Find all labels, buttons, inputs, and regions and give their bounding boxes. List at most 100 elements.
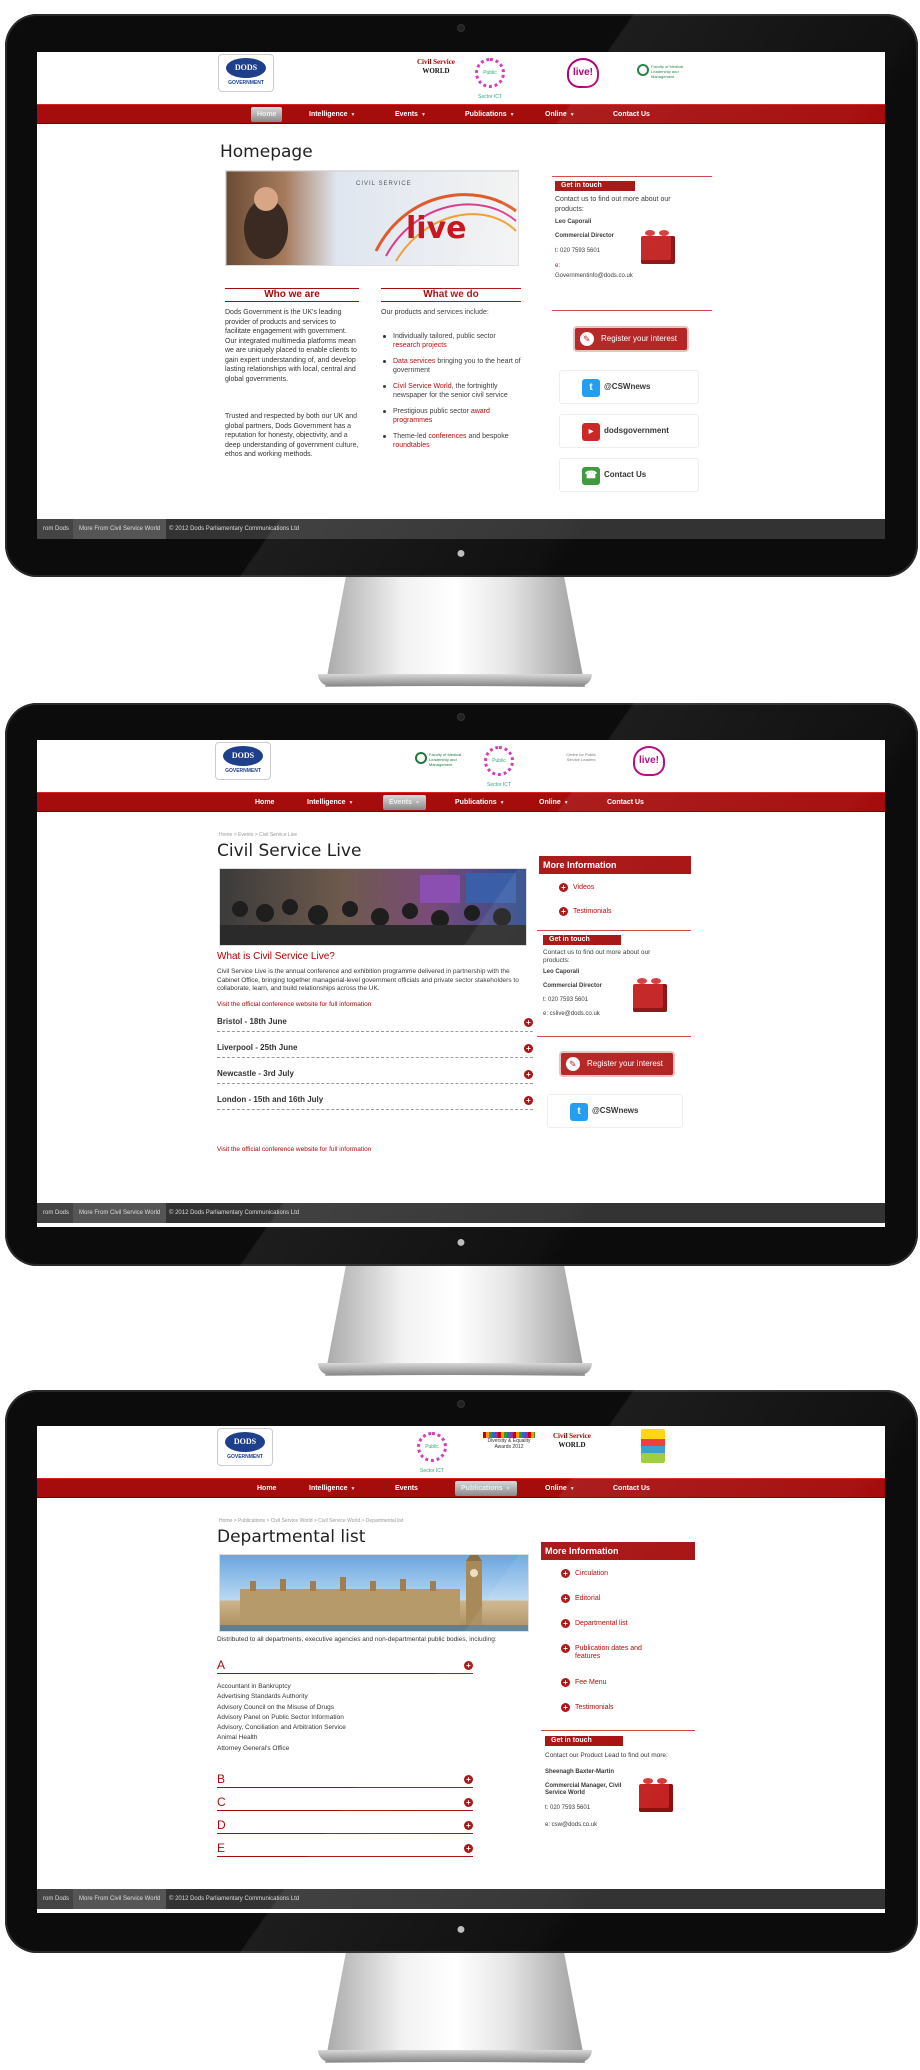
- list-item: Advisory Panel on Public Sector Informat…: [217, 1713, 344, 1721]
- nav-publications[interactable]: Publications ▼: [459, 105, 521, 124]
- divider: [537, 930, 691, 931]
- nav-events[interactable]: Events ▼: [389, 105, 432, 124]
- nav-online[interactable]: Online ▼: [533, 793, 575, 812]
- more-link-circulation[interactable]: + Circulation: [561, 1569, 608, 1578]
- footer-from-dods[interactable]: rom Dods: [37, 519, 76, 539]
- twitter-link[interactable]: t @CSWnews: [547, 1094, 683, 1128]
- nav-events[interactable]: Events ▼: [383, 795, 426, 810]
- main-nav: Home Intelligence ▼ Events ▼ Publications ▼…: [37, 792, 885, 812]
- list-item: Advisory Council on the Misuse of Drugs: [217, 1703, 335, 1711]
- footer-from-dods[interactable]: rom Dods: [37, 1889, 76, 1909]
- csw-logo[interactable]: Civil Service WORLD: [417, 58, 455, 76]
- dods-logo[interactable]: DODS GOVERNMENT: [217, 1428, 273, 1466]
- footer-bar: rom Dods More From Civil Service World ©…: [37, 1203, 885, 1223]
- live-logo[interactable]: live!: [633, 746, 665, 776]
- apple-logo-icon: ●: [456, 1921, 466, 1938]
- more-info-heading: More Information: [541, 1542, 695, 1560]
- official-site-link-top[interactable]: Visit the official conference website fo…: [217, 1000, 371, 1010]
- dods-logo[interactable]: DODS GOVERNMENT: [215, 742, 271, 780]
- roundtables-link[interactable]: roundtables: [393, 442, 430, 449]
- diversity-logo[interactable]: Diversity & Equality Awards 2012: [483, 1432, 535, 1450]
- monitor-base: [318, 1363, 592, 1375]
- fmlm-logo[interactable]: Faculty of Medical Leadership and Manage…: [415, 752, 465, 767]
- nav-intelligence[interactable]: Intelligence ▼: [301, 793, 359, 812]
- contact-link[interactable]: ☎ Contact Us: [559, 458, 699, 492]
- event-row[interactable]: London - 15th and 16th July +: [217, 1090, 533, 1110]
- monitor-stand: [325, 1953, 585, 2063]
- expand-icon[interactable]: +: [464, 1661, 473, 1670]
- official-site-link-bottom[interactable]: Visit the official conference website fo…: [217, 1145, 371, 1155]
- contact-email[interactable]: e: Governmentinfo@dods.co.uk: [555, 262, 633, 281]
- conferences-link[interactable]: conferences: [428, 433, 466, 440]
- more-link-publication-dates[interactable]: + Publication dates and features: [561, 1644, 661, 1661]
- nav-publications[interactable]: Publications ▼: [455, 1481, 517, 1496]
- nav-publications[interactable]: Publications ▼: [449, 793, 511, 812]
- youtube-link[interactable]: ▶ dodsgovernment: [559, 414, 699, 448]
- footer-more-from[interactable]: More From Civil Service World: [73, 519, 167, 539]
- footer-more-from[interactable]: More From Civil Service World: [73, 1889, 167, 1909]
- awards-trophy-logo[interactable]: [641, 1429, 665, 1463]
- letter-section-a[interactable]: A +: [217, 1658, 473, 1674]
- more-link-testimonials[interactable]: + Testimonials: [559, 907, 612, 916]
- register-interest-button[interactable]: Register your interest: [573, 326, 689, 352]
- civil-service-mark: CIVIL SERVICE: [356, 181, 412, 187]
- research-link[interactable]: research projects: [393, 342, 447, 349]
- expand-icon[interactable]: +: [524, 1044, 533, 1053]
- fmlm-logo[interactable]: Faculty of Medical Leadership and Manage…: [637, 64, 687, 79]
- expand-icon[interactable]: +: [524, 1018, 533, 1027]
- divider: [552, 176, 712, 177]
- nav-online[interactable]: Online ▼: [539, 105, 581, 124]
- register-interest-button[interactable]: Register your interest: [559, 1051, 675, 1077]
- lego-brick-icon: [633, 978, 667, 1012]
- expand-icon[interactable]: +: [524, 1096, 533, 1105]
- twitter-link[interactable]: t @CSWnews: [559, 370, 699, 404]
- psict-logo[interactable]: Public Sector ICT: [417, 1432, 447, 1474]
- letter-section-e[interactable]: E +: [217, 1841, 473, 1857]
- contact-intro: Contact us to find out more about our pr…: [543, 949, 651, 964]
- more-link-editorial[interactable]: + Editorial: [561, 1594, 600, 1603]
- ccp-logo[interactable]: Centre for Public Service Leaders: [561, 752, 601, 762]
- nav-online[interactable]: Online ▼: [539, 1479, 581, 1498]
- letter-section-b[interactable]: B +: [217, 1772, 473, 1788]
- event-row[interactable]: Liverpool - 25th June +: [217, 1038, 533, 1058]
- event-row[interactable]: Bristol - 18th June +: [217, 1012, 533, 1032]
- nav-intelligence[interactable]: Intelligence ▼: [303, 105, 361, 124]
- nav-events[interactable]: Events: [389, 1479, 424, 1498]
- page-title: Departmental list: [217, 1527, 366, 1547]
- dods-logo[interactable]: DODS GOVERNMENT: [218, 54, 274, 92]
- nav-intelligence[interactable]: Intelligence ▼: [303, 1479, 361, 1498]
- nav-contact[interactable]: Contact Us: [607, 1479, 656, 1498]
- nav-home[interactable]: Home: [251, 107, 283, 122]
- expand-icon[interactable]: +: [524, 1070, 533, 1079]
- more-link-departmental-list[interactable]: + Departmental list: [561, 1619, 628, 1628]
- who-heading: Who we are: [225, 288, 359, 302]
- nav-home[interactable]: Home: [251, 1479, 282, 1498]
- contact-email[interactable]: e: cslive@dods.co.uk: [543, 1010, 600, 1020]
- contact-email[interactable]: e: csw@dods.co.uk: [545, 1821, 597, 1831]
- nav-home[interactable]: Home: [249, 793, 280, 812]
- footer-more-from[interactable]: More From Civil Service World: [73, 1203, 167, 1223]
- more-link-testimonials[interactable]: + Testimonials: [561, 1703, 614, 1712]
- letter-section-d[interactable]: D +: [217, 1818, 473, 1834]
- more-link-videos[interactable]: + Videos: [559, 883, 594, 892]
- letter-section-c[interactable]: C +: [217, 1795, 473, 1811]
- nav-contact[interactable]: Contact Us: [607, 105, 656, 124]
- live-logo[interactable]: live!: [567, 58, 599, 88]
- expand-icon: +: [464, 1798, 473, 1807]
- psict-logo[interactable]: Public Sector ICT: [475, 58, 505, 100]
- csw-logo[interactable]: Civil Service WORLD: [553, 1432, 591, 1450]
- main-nav: Home Intelligence ▼ Events Publications ▼ …: [37, 1478, 885, 1498]
- monitor-2: DODS GOVERNMENT Faculty of Medical Leader…: [5, 703, 918, 1266]
- event-row[interactable]: Newcastle - 3rd July +: [217, 1064, 533, 1084]
- youtube-icon: ▶: [582, 423, 600, 441]
- footer-from-dods[interactable]: rom Dods: [37, 1203, 76, 1223]
- csw-link[interactable]: Civil Service World: [393, 383, 452, 390]
- chevron-down-icon: ▼: [569, 1486, 575, 1492]
- breadcrumb[interactable]: Home > Events > Civil Service Live: [219, 832, 297, 838]
- more-link-fee-menu[interactable]: + Fee Menu: [561, 1678, 607, 1687]
- psict-logo[interactable]: Public Sector ICT: [484, 746, 514, 788]
- breadcrumb[interactable]: Home > Publications > Civil Service Worl…: [219, 1518, 403, 1524]
- screen-homepage: DODS GOVERNMENT Civil Service WORLD Public…: [37, 52, 885, 539]
- data-services-link[interactable]: Data services: [393, 358, 435, 365]
- nav-contact[interactable]: Contact Us: [601, 793, 650, 812]
